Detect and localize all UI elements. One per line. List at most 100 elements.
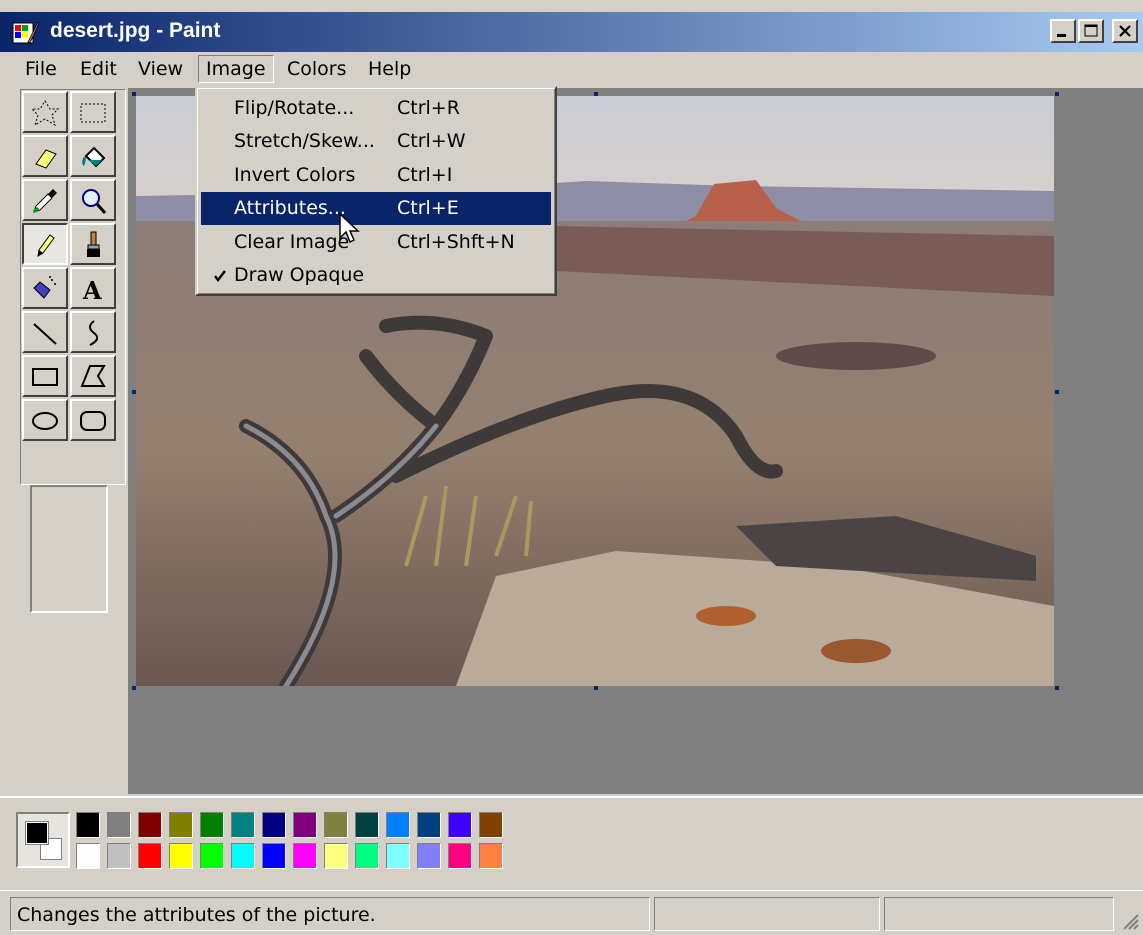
magnifier-icon bbox=[82, 189, 107, 214]
palette-swatch[interactable] bbox=[448, 812, 472, 838]
tool-eraser[interactable] bbox=[22, 135, 68, 177]
menu-item-attributes[interactable]: Attributes... Ctrl+E bbox=[201, 192, 551, 225]
palette-swatch[interactable] bbox=[479, 843, 503, 869]
resize-handle[interactable] bbox=[132, 92, 136, 96]
current-colors-indicator[interactable] bbox=[16, 812, 70, 868]
resize-handle[interactable] bbox=[1055, 686, 1059, 690]
palette-swatch[interactable] bbox=[324, 843, 348, 869]
menu-file[interactable]: File bbox=[18, 56, 64, 82]
tool-options-box[interactable] bbox=[30, 485, 108, 613]
palette-swatch[interactable] bbox=[355, 812, 379, 838]
resize-handle[interactable] bbox=[1055, 92, 1059, 96]
tool-line[interactable] bbox=[22, 311, 68, 353]
tool-rectangle-select[interactable] bbox=[70, 91, 116, 133]
polygon-icon bbox=[80, 365, 106, 387]
tool-airbrush[interactable] bbox=[22, 267, 68, 309]
menu-item-invert-colors[interactable]: Invert Colors Ctrl+I bbox=[201, 159, 551, 192]
status-message: Changes the attributes of the picture. bbox=[10, 897, 650, 931]
resize-handle[interactable] bbox=[594, 92, 598, 96]
palette-swatch[interactable] bbox=[417, 812, 441, 838]
palette-swatch[interactable] bbox=[169, 843, 193, 869]
tool-color-picker[interactable] bbox=[22, 179, 68, 221]
menu-item-shortcut: Ctrl+R bbox=[397, 97, 460, 119]
tool-free-form-select[interactable] bbox=[22, 91, 68, 133]
palette-swatch[interactable] bbox=[293, 843, 317, 869]
title-bar[interactable]: desert.jpg - Paint bbox=[0, 12, 1143, 52]
color-palette bbox=[76, 812, 516, 876]
palette-swatch[interactable] bbox=[231, 843, 255, 869]
menu-view[interactable]: View bbox=[131, 56, 190, 82]
menu-item-flip-rotate[interactable]: Flip/Rotate... Ctrl+R bbox=[201, 92, 551, 125]
toolbox: A bbox=[20, 89, 126, 485]
palette-swatch[interactable] bbox=[231, 812, 255, 838]
menu-item-clear-image[interactable]: Clear Image Ctrl+Shft+N bbox=[201, 226, 551, 259]
tool-brush[interactable] bbox=[70, 223, 116, 265]
tool-text[interactable]: A bbox=[70, 267, 116, 309]
free-form-select-icon bbox=[30, 100, 60, 127]
palette-swatch[interactable] bbox=[76, 812, 100, 838]
palette-swatch[interactable] bbox=[262, 843, 286, 869]
text-icon: A bbox=[82, 276, 102, 304]
menu-edit[interactable]: Edit bbox=[73, 56, 124, 82]
tool-ellipse[interactable] bbox=[22, 399, 68, 441]
resize-handle[interactable] bbox=[1055, 390, 1059, 394]
tool-pencil[interactable] bbox=[22, 223, 68, 265]
minimize-icon bbox=[1057, 34, 1066, 37]
resize-handle[interactable] bbox=[132, 686, 136, 690]
toolbox-panel: A bbox=[10, 88, 130, 794]
rectangle-icon bbox=[32, 368, 58, 386]
palette-swatch[interactable] bbox=[262, 812, 286, 838]
resize-handle[interactable] bbox=[132, 390, 136, 394]
palette-swatch[interactable] bbox=[138, 812, 162, 838]
menu-colors[interactable]: Colors bbox=[280, 56, 354, 82]
palette-swatch[interactable] bbox=[479, 812, 503, 838]
palette-swatch[interactable] bbox=[324, 812, 348, 838]
maximize-icon bbox=[1084, 24, 1098, 37]
tool-curve[interactable] bbox=[70, 311, 116, 353]
rectangle-select-icon bbox=[80, 103, 106, 123]
palette-swatch[interactable] bbox=[169, 812, 193, 838]
close-button[interactable] bbox=[1112, 19, 1138, 43]
svg-text:A: A bbox=[82, 276, 102, 304]
menu-image[interactable]: Image bbox=[198, 55, 274, 83]
menu-item-stretch-skew[interactable]: Stretch/Skew... Ctrl+W bbox=[201, 125, 551, 158]
status-cell-position bbox=[654, 897, 880, 931]
resize-handle[interactable] bbox=[594, 686, 598, 690]
palette-swatch[interactable] bbox=[386, 812, 410, 838]
tool-fill[interactable] bbox=[70, 135, 116, 177]
tool-rounded-rectangle[interactable] bbox=[70, 399, 116, 441]
close-icon bbox=[1119, 25, 1131, 37]
menu-item-shortcut: Ctrl+I bbox=[397, 164, 453, 186]
resize-grip-icon[interactable] bbox=[1120, 909, 1140, 931]
menu-item-shortcut: Ctrl+Shft+N bbox=[397, 231, 515, 253]
palette-swatch[interactable] bbox=[200, 812, 224, 838]
fill-bucket-icon bbox=[82, 146, 106, 168]
maximize-button[interactable] bbox=[1078, 19, 1104, 43]
palette-swatch[interactable] bbox=[293, 812, 317, 838]
tool-rectangle[interactable] bbox=[22, 355, 68, 397]
rounded-rectangle-icon bbox=[80, 411, 106, 431]
window-title: desert.jpg - Paint bbox=[50, 19, 221, 42]
menu-item-label: Attributes... bbox=[234, 197, 346, 219]
minimize-button[interactable] bbox=[1050, 19, 1076, 43]
menu-item-label: Flip/Rotate... bbox=[234, 97, 355, 119]
palette-swatch[interactable] bbox=[417, 843, 441, 869]
status-bar: Changes the attributes of the picture. bbox=[0, 890, 1143, 935]
palette-swatch[interactable] bbox=[355, 843, 379, 869]
palette-swatch[interactable] bbox=[76, 843, 100, 869]
tool-polygon[interactable] bbox=[70, 355, 116, 397]
palette-swatch[interactable] bbox=[138, 843, 162, 869]
palette-swatch[interactable] bbox=[200, 843, 224, 869]
palette-swatch[interactable] bbox=[107, 843, 131, 869]
palette-swatch[interactable] bbox=[107, 812, 131, 838]
menu-help[interactable]: Help bbox=[361, 56, 418, 82]
palette-swatch[interactable] bbox=[448, 843, 472, 869]
brush-icon bbox=[87, 231, 100, 257]
tool-magnifier[interactable] bbox=[70, 179, 116, 221]
palette-swatch[interactable] bbox=[386, 843, 410, 869]
status-cell-size bbox=[884, 897, 1114, 931]
checkmark-icon bbox=[214, 270, 226, 282]
menu-item-draw-opaque[interactable]: Draw Opaque bbox=[201, 259, 551, 292]
image-menu-dropdown: Flip/Rotate... Ctrl+R Stretch/Skew... Ct… bbox=[195, 86, 557, 296]
line-icon bbox=[33, 323, 57, 345]
